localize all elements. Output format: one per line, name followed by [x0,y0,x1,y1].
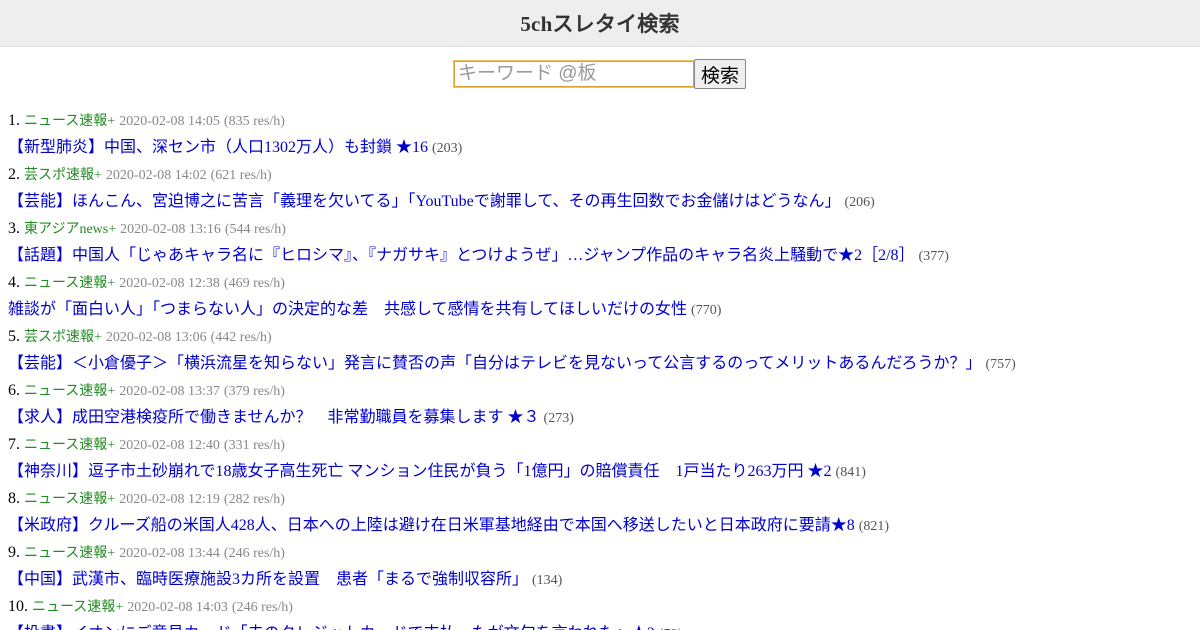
board-link[interactable]: 芸スポ速報+ [24,330,102,345]
thread-title-link[interactable]: 【芸能】＜小倉優子＞「横浜流星を知らない」発言に賛否の声「自分はテレビを見ないっ… [8,355,981,372]
result-item: 6. ニュース速報+ 2020-02-08 13:37 (379 res/h) 【… [8,377,1200,431]
res-count: (757) [985,357,1016,372]
res-count: (821) [858,519,890,534]
thread-title-link[interactable]: 【話題】中国人「じゃあキャラ名に『ヒロシマ』、『ナガサキ』とつけようぜ」…ジャン… [8,247,915,264]
post-time: 2020-02-08 14:05 [119,114,220,129]
result-meta: 9. ニュース速報+ 2020-02-08 13:44 (246 res/h) [8,539,1200,566]
post-time: 2020-02-08 12:38 [119,276,220,291]
site-header: 5chスレタイ検索 [0,0,1200,47]
result-item: 1. ニュース速報+ 2020-02-08 14:05 (835 res/h) 【… [8,107,1200,161]
thread-title-link[interactable]: 【新型肺炎】中国、深セン市（人口1302万人）も封鎖 ★16 [8,139,428,156]
post-time: 2020-02-08 12:19 [119,492,220,507]
result-item: 7. ニュース速報+ 2020-02-08 12:40 (331 res/h) 【… [8,431,1200,485]
search-button[interactable]: 検索 [693,59,746,89]
result-number: 7. [8,436,20,453]
result-title-line: 【芸能】＜小倉優子＞「横浜流星を知らない」発言に賛否の声「自分はテレビを見ないっ… [8,350,1200,377]
post-time: 2020-02-08 13:16 [120,222,221,237]
result-title-line: 【話題】中国人「じゃあキャラ名に『ヒロシマ』、『ナガサキ』とつけようぜ」…ジャン… [8,242,1200,269]
board-link[interactable]: ニュース速報+ [24,276,115,291]
result-title-line: 【神奈川】逗子市土砂崩れで18歳女子高生死亡 マンション住民が負う「1億円」の賠… [8,458,1200,485]
result-number: 9. [8,544,20,561]
result-title-line: 【求人】成田空港検疫所で働きませんか？ 非常勤職員を募集します ★３ (273) [8,404,1200,431]
post-time: 2020-02-08 13:37 [119,384,220,399]
post-time: 2020-02-08 12:40 [119,438,220,453]
post-speed: (282 res/h) [223,492,285,507]
board-link[interactable]: 芸スポ速報+ [24,168,102,183]
result-title-line: 雑談が「面白い人」「つまらない人」の決定的な差 共感して感情を共有してほしいだけ… [8,296,1200,323]
result-item: 4. ニュース速報+ 2020-02-08 12:38 (469 res/h) 雑… [8,269,1200,323]
result-number: 6. [8,382,20,399]
thread-title-link[interactable]: 【米政府】クルーズ船の米国人428人、日本への上陸は避け在日米軍基地経由で本国へ… [8,517,855,534]
thread-title-link[interactable]: 【芸能】ほんこん、宮迫博之に苦言「義理を欠いてる」「YouTubeで謝罪して、そ… [8,193,841,210]
result-meta: 4. ニュース速報+ 2020-02-08 12:38 (469 res/h) [8,269,1200,296]
result-meta: 5. 芸スポ速報+ 2020-02-08 13:06 (442 res/h) [8,323,1200,350]
result-number: 8. [8,490,20,507]
result-title-line: 【投書】イオンにご意見カード「夫のクレジットカードで支払ったが文句を言われた」★… [8,620,1200,630]
result-number: 1. [8,112,20,129]
result-number: 2. [8,166,20,183]
res-count: (841) [835,465,866,480]
thread-title-link[interactable]: 【投書】イオンにご意見カード「夫のクレジットカードで支払ったが文句を言われた」★… [8,625,655,630]
post-time: 2020-02-08 14:02 [105,168,207,183]
res-count: (770) [691,303,722,318]
result-meta: 2. 芸スポ速報+ 2020-02-08 14:02 (621 res/h) [8,161,1200,188]
post-speed: (544 res/h) [224,222,286,237]
board-link[interactable]: ニュース速報+ [24,114,115,129]
res-count: (206) [844,195,875,210]
post-speed: (246 res/h) [231,600,293,615]
post-speed: (442 res/h) [210,330,272,345]
result-meta: 3. 東アジアnews+ 2020-02-08 13:16 (544 res/h… [8,215,1200,242]
result-title-line: 【中国】武漢市、臨時医療施設3カ所を設置 患者「まるで強制収容所」 (134) [8,566,1200,593]
result-number: 10. [8,598,28,615]
res-count: (273) [543,411,574,426]
thread-title-link[interactable]: 雑談が「面白い人」「つまらない人」の決定的な差 共感して感情を共有してほしいだけ… [8,301,687,318]
result-number: 3. [8,220,20,237]
result-title-line: 【芸能】ほんこん、宮迫博之に苦言「義理を欠いてる」「YouTubeで謝罪して、そ… [8,188,1200,215]
result-item: 5. 芸スポ速報+ 2020-02-08 13:06 (442 res/h) 【芸… [8,323,1200,377]
result-item: 8. ニュース速報+ 2020-02-08 12:19 (282 res/h) 【… [8,485,1200,539]
post-time: 2020-02-08 14:03 [127,600,228,615]
res-count: (203) [432,141,463,156]
thread-title-link[interactable]: 【中国】武漢市、臨時医療施設3カ所を設置 患者「まるで強制収容所」 [8,571,528,588]
board-link[interactable]: ニュース速報+ [24,492,115,507]
post-speed: (621 res/h) [210,168,272,183]
result-meta: 6. ニュース速報+ 2020-02-08 13:37 (379 res/h) [8,377,1200,404]
result-item: 10. ニュース速報+ 2020-02-08 14:03 (246 res/h)… [8,593,1200,630]
result-item: 3. 東アジアnews+ 2020-02-08 13:16 (544 res/h… [8,215,1200,269]
thread-title-link[interactable]: 【神奈川】逗子市土砂崩れで18歳女子高生死亡 マンション住民が負う「1億円」の賠… [8,463,832,480]
post-speed: (246 res/h) [223,546,285,561]
result-number: 4. [8,274,20,291]
result-item: 9. ニュース速報+ 2020-02-08 13:44 (246 res/h) 【… [8,539,1200,593]
result-meta: 1. ニュース速報+ 2020-02-08 14:05 (835 res/h) [8,107,1200,134]
post-time: 2020-02-08 13:44 [119,546,220,561]
board-link[interactable]: ニュース速報+ [32,600,123,615]
site-title[interactable]: 5chスレタイ検索 [520,8,679,38]
result-meta: 8. ニュース速報+ 2020-02-08 12:19 (282 res/h) [8,485,1200,512]
result-title-line: 【米政府】クルーズ船の米国人428人、日本への上陸は避け在日米軍基地経由で本国へ… [8,512,1200,539]
result-meta: 10. ニュース速報+ 2020-02-08 14:03 (246 res/h) [8,593,1200,620]
result-number: 5. [8,328,20,345]
board-link[interactable]: 東アジアnews+ [24,222,116,237]
thread-results-list: 1. ニュース速報+ 2020-02-08 14:05 (835 res/h) 【… [0,107,1200,630]
res-count: (377) [918,249,949,264]
post-speed: (331 res/h) [223,438,285,453]
post-speed: (469 res/h) [223,276,285,291]
search-input[interactable] [452,60,695,88]
thread-title-link[interactable]: 【求人】成田空港検疫所で働きませんか？ 非常勤職員を募集します ★３ [8,409,540,426]
result-meta: 7. ニュース速報+ 2020-02-08 12:40 (331 res/h) [8,431,1200,458]
board-link[interactable]: ニュース速報+ [24,438,115,453]
post-speed: (835 res/h) [223,114,285,129]
board-link[interactable]: ニュース速報+ [24,546,115,561]
board-link[interactable]: ニュース速報+ [24,384,115,399]
search-form: 検索 [0,59,1200,89]
post-speed: (379 res/h) [223,384,285,399]
result-title-line: 【新型肺炎】中国、深セン市（人口1302万人）も封鎖 ★16 (203) [8,134,1200,161]
post-time: 2020-02-08 13:06 [105,330,207,345]
result-item: 2. 芸スポ速報+ 2020-02-08 14:02 (621 res/h) 【芸… [8,161,1200,215]
res-count: (134) [532,573,563,588]
